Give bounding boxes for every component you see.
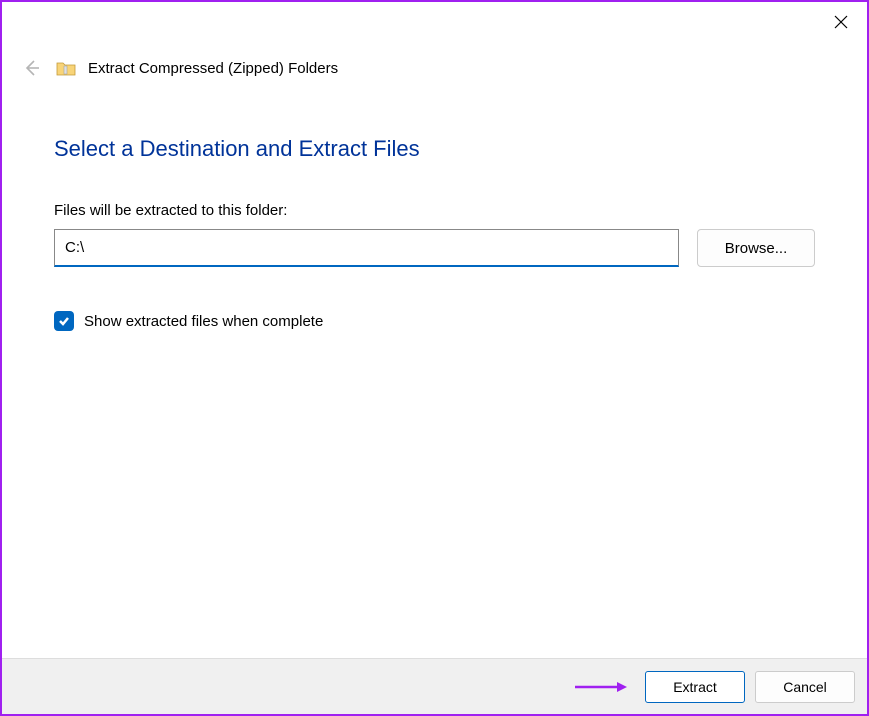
zip-folder-icon bbox=[56, 60, 76, 76]
back-arrow-icon bbox=[22, 58, 42, 78]
dialog-title: Extract Compressed (Zipped) Folders bbox=[88, 60, 338, 77]
main-heading: Select a Destination and Extract Files bbox=[54, 136, 815, 162]
checkmark-icon bbox=[57, 314, 71, 328]
close-button[interactable] bbox=[827, 8, 855, 36]
show-files-checkbox-label: Show extracted files when complete bbox=[84, 313, 323, 330]
titlebar bbox=[2, 2, 867, 38]
destination-path-input[interactable] bbox=[54, 229, 679, 267]
back-button[interactable] bbox=[20, 56, 44, 80]
show-files-checkbox-row: Show extracted files when complete bbox=[54, 311, 815, 331]
footer: Extract Cancel bbox=[2, 658, 867, 714]
cancel-button[interactable]: Cancel bbox=[755, 671, 855, 703]
show-files-checkbox[interactable] bbox=[54, 311, 74, 331]
content-area: Select a Destination and Extract Files F… bbox=[2, 80, 867, 658]
annotation-arrow-icon bbox=[573, 679, 629, 695]
header-row: Extract Compressed (Zipped) Folders bbox=[2, 38, 867, 80]
browse-button[interactable]: Browse... bbox=[697, 229, 815, 267]
path-row: Browse... bbox=[54, 229, 815, 267]
path-label: Files will be extracted to this folder: bbox=[54, 202, 815, 219]
extract-button[interactable]: Extract bbox=[645, 671, 745, 703]
extract-dialog: Extract Compressed (Zipped) Folders Sele… bbox=[2, 2, 867, 714]
close-icon bbox=[834, 15, 848, 29]
